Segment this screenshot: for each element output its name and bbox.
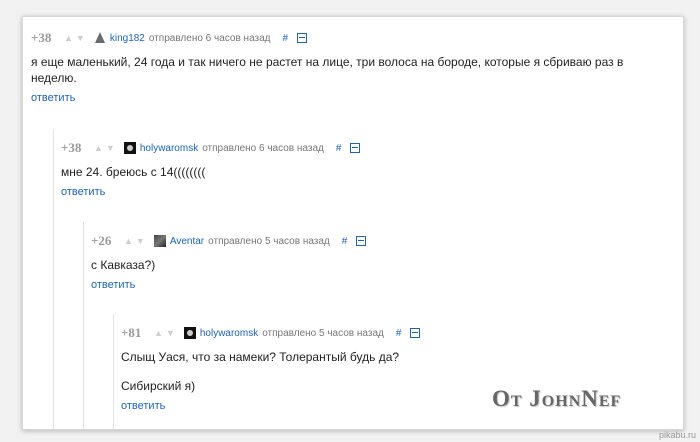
- comment-header: +26 ▲ ▼ Aventar отправлено 5 часов назад…: [91, 232, 671, 250]
- vote-down-icon[interactable]: ▼: [106, 143, 115, 153]
- thread-rail: [83, 222, 84, 429]
- avatar[interactable]: [123, 142, 136, 154]
- site-label: pikabu.ru: [658, 430, 696, 440]
- collapse-icon[interactable]: [297, 33, 308, 43]
- watermark: От JohnNef: [492, 386, 622, 411]
- avatar[interactable]: [153, 235, 166, 247]
- permalink[interactable]: #: [336, 143, 342, 154]
- vote-up-icon[interactable]: ▲: [154, 328, 163, 338]
- reply-link[interactable]: ответить: [31, 92, 671, 104]
- author-link[interactable]: king182: [110, 33, 145, 44]
- reply-link[interactable]: ответить: [61, 186, 671, 198]
- vote-down-icon[interactable]: ▼: [166, 328, 175, 338]
- rating: +26: [91, 233, 112, 248]
- avatar[interactable]: [93, 32, 106, 44]
- comment-body: мне 24. бреюсь с 14((((((((: [61, 165, 206, 179]
- comment-header: +38 ▲ ▼ king182 отправлено 6 часов назад…: [31, 29, 671, 47]
- author-link[interactable]: holywaromsk: [200, 328, 258, 339]
- comment-thread: +38 ▲ ▼ king182 отправлено 6 часов назад…: [22, 16, 684, 430]
- vote-up-icon[interactable]: ▲: [94, 143, 103, 153]
- thread-rail: [113, 314, 114, 429]
- timestamp: отправлено 6 часов назад: [202, 142, 324, 154]
- collapse-icon[interactable]: [356, 236, 367, 246]
- reply-link[interactable]: ответить: [91, 279, 671, 291]
- avatar[interactable]: [183, 327, 196, 339]
- vote-down-icon[interactable]: ▼: [136, 236, 145, 246]
- comment-body: Слыщ Уася, что за намеки? Толерантый буд…: [121, 350, 400, 364]
- author-link[interactable]: Aventar: [170, 236, 204, 247]
- vote-down-icon[interactable]: ▼: [76, 33, 85, 43]
- vote-up-icon[interactable]: ▲: [124, 236, 133, 246]
- timestamp: отправлено 5 часов назад: [208, 235, 330, 247]
- author-link[interactable]: holywaromsk: [140, 143, 198, 154]
- vote-up-icon[interactable]: ▲: [64, 33, 73, 43]
- collapse-icon[interactable]: [350, 143, 361, 153]
- comment-header: +38 ▲ ▼ holywaromsk отправлено 6 часов н…: [61, 139, 671, 157]
- timestamp: отправлено 5 часов назад: [262, 327, 384, 339]
- comment-body: с Кавказа?): [91, 258, 156, 272]
- timestamp: отправлено 6 часов назад: [148, 32, 271, 44]
- comment: +38 ▲ ▼ holywaromsk отправлено 6 часов н…: [61, 139, 671, 198]
- comment-header: +81 ▲ ▼ holywaromsk отправлено 5 часов н…: [121, 324, 671, 342]
- rating: +81: [121, 325, 142, 340]
- rating: +38: [31, 30, 52, 45]
- permalink[interactable]: #: [283, 33, 289, 44]
- permalink[interactable]: #: [342, 236, 348, 247]
- comment: +38 ▲ ▼ king182 отправлено 6 часов назад…: [31, 29, 671, 104]
- permalink[interactable]: #: [396, 328, 402, 339]
- comment-body: я еще маленький, 24 года и так ничего не…: [31, 55, 624, 85]
- comment: +26 ▲ ▼ Aventar отправлено 5 часов назад…: [91, 232, 671, 291]
- rating: +38: [61, 140, 82, 155]
- collapse-icon[interactable]: [410, 328, 421, 338]
- thread-rail: [53, 129, 54, 429]
